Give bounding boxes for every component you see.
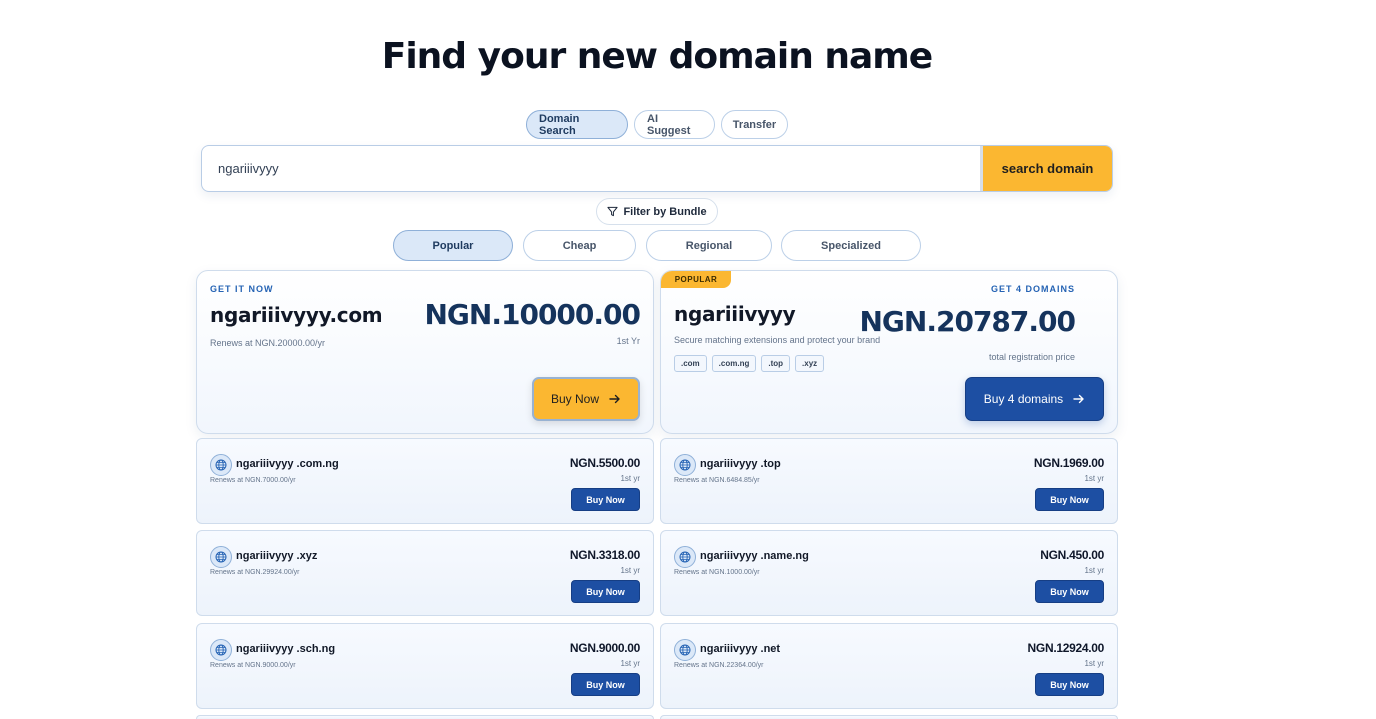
page: Find your new domain name Domain Search … bbox=[0, 0, 1376, 719]
result-domain-name: ngariiivyyy .xyz bbox=[236, 550, 318, 562]
search-bar: search domain bbox=[201, 145, 1113, 192]
search-input[interactable] bbox=[202, 146, 980, 191]
bundle-eyebrow: GET 4 DOMAINS bbox=[990, 284, 1075, 294]
result-period: 1st yr bbox=[1084, 659, 1104, 668]
arrow-right-icon bbox=[609, 394, 620, 404]
result-domain-name: ngariiivyyy .sch.ng bbox=[236, 643, 336, 655]
featured-buy-label: Buy Now bbox=[550, 392, 600, 406]
result-renew-note: Renews at NGN.7000.00/yr bbox=[210, 477, 296, 484]
result-renew-note: Renews at NGN.1000.00/yr bbox=[674, 569, 760, 576]
bundle-name: ngariiivyyy bbox=[674, 302, 796, 326]
result-period: 1st yr bbox=[1084, 474, 1104, 483]
result-price: NGN.5500.00 bbox=[569, 456, 640, 470]
featured-buy-now-button[interactable]: Buy Now bbox=[532, 377, 640, 421]
bundle-tab-cheap[interactable]: Cheap bbox=[523, 230, 636, 261]
bundle-description: Secure matching extensions and protect y… bbox=[674, 335, 881, 345]
domain-result-row: ngariiivyyy .name.ng Renews at NGN.1000.… bbox=[660, 530, 1118, 616]
search-mode-tabs: Domain Search AI Suggest Transfer bbox=[526, 110, 788, 139]
featured-renew-note: Renews at NGN.20000.00/yr bbox=[210, 338, 326, 348]
result-domain-name: ngariiivyyy .top bbox=[700, 458, 781, 470]
domain-result-row: ngariiivyyy .com.ng Renews at NGN.7000.0… bbox=[196, 438, 654, 524]
search-domain-button[interactable]: search domain bbox=[980, 146, 1112, 191]
filter-label: Filter by Bundle bbox=[623, 205, 707, 218]
extension-chip: .com bbox=[674, 355, 707, 372]
featured-domain-name: ngariiivyyy.com bbox=[210, 303, 383, 327]
globe-icon bbox=[674, 454, 696, 476]
domain-result-row: ngariiivyyy .xyz Renews at NGN.29924.00/… bbox=[196, 530, 654, 616]
buy-now-button[interactable]: Buy Now bbox=[1035, 580, 1104, 603]
domain-result-row-partial bbox=[196, 715, 654, 719]
arrow-right-icon bbox=[1073, 394, 1084, 404]
result-price: NGN.9000.00 bbox=[569, 641, 640, 655]
globe-icon bbox=[210, 639, 232, 661]
result-period: 1st yr bbox=[1084, 566, 1104, 575]
featured-domain-card: GET IT NOW ngariiivyyy.com NGN.10000.00 … bbox=[196, 270, 654, 434]
bundle-price: NGN.20787.00 bbox=[859, 305, 1076, 338]
globe-icon bbox=[674, 639, 696, 661]
page-title: Find your new domain name bbox=[381, 36, 933, 77]
domain-result-row-partial bbox=[660, 715, 1118, 719]
bundle-tab-popular[interactable]: Popular bbox=[393, 230, 513, 261]
buy-bundle-button[interactable]: Buy 4 domains bbox=[965, 377, 1104, 421]
globe-icon bbox=[210, 454, 232, 476]
bundle-price-note: total registration price bbox=[988, 352, 1075, 362]
extension-chip: .com.ng bbox=[711, 355, 757, 372]
result-period: 1st yr bbox=[620, 474, 640, 483]
buy-now-button[interactable]: Buy Now bbox=[571, 673, 640, 696]
featured-price: NGN.10000.00 bbox=[424, 298, 641, 331]
result-domain-name: ngariiivyyy .net bbox=[700, 643, 781, 655]
result-domain-name: ngariiivyyy .name.ng bbox=[700, 550, 809, 562]
filter-by-bundle-button[interactable]: Filter by Bundle bbox=[596, 198, 718, 225]
tab-ai-suggest[interactable]: AI Suggest bbox=[634, 110, 715, 139]
globe-icon bbox=[674, 546, 696, 568]
result-price: NGN.12924.00 bbox=[1027, 641, 1105, 655]
featured-eyebrow: GET IT NOW bbox=[210, 284, 274, 294]
tab-domain-search[interactable]: Domain Search bbox=[526, 110, 628, 139]
bundle-tab-regional[interactable]: Regional bbox=[646, 230, 772, 261]
globe-icon bbox=[210, 546, 232, 568]
featured-period: 1st Yr bbox=[616, 336, 640, 346]
result-renew-note: Renews at NGN.29924.00/yr bbox=[210, 569, 300, 576]
result-period: 1st yr bbox=[620, 566, 640, 575]
bundle-extensions: .com .com.ng .top .xyz bbox=[674, 355, 825, 372]
result-price: NGN.3318.00 bbox=[569, 548, 640, 562]
result-price: NGN.1969.00 bbox=[1033, 456, 1104, 470]
result-renew-note: Renews at NGN.9000.00/yr bbox=[210, 662, 296, 669]
result-period: 1st yr bbox=[620, 659, 640, 668]
buy-now-button[interactable]: Buy Now bbox=[571, 488, 640, 511]
filter-icon bbox=[607, 206, 619, 217]
buy-now-button[interactable]: Buy Now bbox=[1035, 673, 1104, 696]
popular-badge: POPULAR bbox=[661, 271, 731, 288]
buy-now-button[interactable]: Buy Now bbox=[1035, 488, 1104, 511]
domain-result-row: ngariiivyyy .sch.ng Renews at NGN.9000.0… bbox=[196, 623, 654, 709]
bundle-card: POPULAR GET 4 DOMAINS ngariiivyyy Secure… bbox=[660, 270, 1118, 434]
tab-transfer[interactable]: Transfer bbox=[721, 110, 788, 139]
extension-chip: .top bbox=[761, 355, 791, 372]
result-renew-note: Renews at NGN.6484.85/yr bbox=[674, 477, 760, 484]
extension-chip: .xyz bbox=[795, 355, 825, 372]
result-price: NGN.450.00 bbox=[1040, 548, 1104, 562]
buy-now-button[interactable]: Buy Now bbox=[571, 580, 640, 603]
buy-bundle-label: Buy 4 domains bbox=[983, 392, 1064, 406]
result-domain-name: ngariiivyyy .com.ng bbox=[236, 458, 339, 470]
domain-result-row: ngariiivyyy .top Renews at NGN.6484.85/y… bbox=[660, 438, 1118, 524]
domain-result-row: ngariiivyyy .net Renews at NGN.22364.00/… bbox=[660, 623, 1118, 709]
bundle-tab-specialized[interactable]: Specialized bbox=[781, 230, 921, 261]
result-renew-note: Renews at NGN.22364.00/yr bbox=[674, 662, 764, 669]
